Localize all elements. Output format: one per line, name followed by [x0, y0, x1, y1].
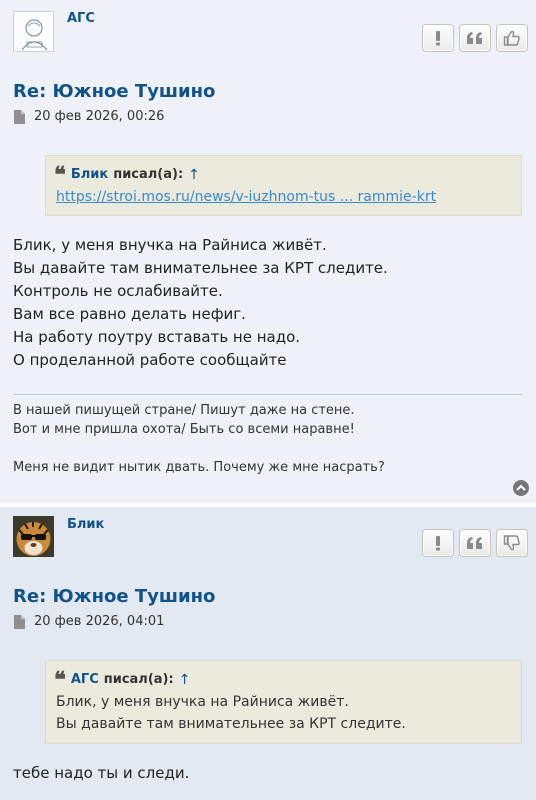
quote-author[interactable]: АГС — [71, 669, 99, 691]
post-2: Блик Re: Южное Тушино 20 фев 2026, 04:01… — [0, 507, 536, 800]
quote-button[interactable] — [459, 529, 491, 557]
report-button[interactable] — [422, 24, 454, 52]
avatar-tiger-icon — [13, 516, 54, 557]
post-title[interactable]: Re: Южное Тушино — [13, 81, 215, 102]
quote-source-arrow[interactable]: ↑ — [179, 669, 191, 691]
avatar[interactable] — [13, 516, 54, 557]
quote-line: Блик, у меня внучка на Райниса живёт. — [56, 694, 349, 710]
report-icon — [436, 31, 440, 46]
dislike-button[interactable] — [496, 529, 528, 557]
quote-link[interactable]: https://stroi.mos.ru/news/v-iuzhnom-tus … — [56, 186, 511, 208]
quote-header: ❝ АГС писал(а): ↑ — [54, 669, 511, 691]
content-line: Контроль не ослабивайте. — [13, 282, 223, 300]
quote-header: ❝ Блик писал(а): ↑ — [54, 164, 511, 186]
content-line: тебе надо ты и следи. — [13, 764, 190, 782]
back-to-top-button[interactable] — [513, 480, 529, 496]
thumbs-down-icon — [503, 535, 520, 551]
signature-divider — [13, 394, 522, 395]
quote-wrote-label: писал(а): — [113, 167, 184, 182]
signature-line: В нашей пишущей стране/ Пишут даже на ст… — [13, 403, 355, 418]
post-actions — [422, 529, 528, 557]
quote-icon — [467, 32, 482, 44]
post-icon[interactable] — [13, 109, 25, 124]
username[interactable]: АГС — [67, 11, 95, 26]
post-title[interactable]: Re: Южное Тушино — [13, 586, 215, 607]
quote-block: ❝ Блик писал(а): ↑ https://stroi.mos.ru/… — [45, 155, 522, 216]
post-1: АГС Re: Южное Тушино 20 фев 2026, 00:26 … — [0, 0, 536, 504]
quote-source-arrow[interactable]: ↑ — [188, 164, 200, 186]
post-meta: 20 фев 2026, 04:01 — [13, 614, 164, 629]
username[interactable]: Блик — [67, 517, 104, 532]
thumbs-up-icon — [503, 30, 520, 46]
content-line: Вам все равно делать нефиг. — [13, 305, 246, 323]
avatar-sketch-icon — [14, 12, 53, 51]
like-button[interactable] — [496, 24, 528, 52]
post-date: 20 фев 2026, 00:26 — [34, 109, 165, 124]
post-content: тебе надо ты и следи. — [13, 762, 189, 785]
content-line: Блик, у меня внучка на Райниса живёт. — [13, 236, 327, 254]
quote-wrote-label: писал(а): — [103, 672, 174, 687]
post-date: 20 фев 2026, 04:01 — [34, 614, 165, 629]
quote-line: Вы давайте там внимательнее за КРТ следи… — [56, 716, 406, 732]
post-icon[interactable] — [13, 614, 25, 629]
avatar[interactable] — [13, 11, 54, 52]
signature-line: Вот и мне пришла охота/ Быть со всеми на… — [13, 422, 355, 437]
report-icon — [436, 536, 440, 551]
quote-icon — [467, 537, 482, 549]
content-line: Вы давайте там внимательнее за КРТ следи… — [13, 259, 388, 277]
quote-block: ❝ АГС писал(а): ↑ Блик, у меня внучка на… — [45, 660, 522, 744]
post-actions — [422, 24, 528, 52]
quote-author[interactable]: Блик — [71, 164, 108, 186]
quote-mark-icon: ❝ — [54, 667, 66, 693]
post-content: Блик, у меня внучка на Райниса живёт. Вы… — [13, 234, 388, 372]
quote-mark-icon: ❝ — [54, 162, 66, 188]
report-button[interactable] — [422, 529, 454, 557]
content-line: О проделанной работе сообщайте — [13, 351, 287, 369]
signature: В нашей пишущей стране/ Пишут даже на ст… — [13, 401, 385, 477]
chevron-up-icon — [516, 484, 526, 491]
content-line: На работу поутру вставать не надо. — [13, 328, 301, 346]
post-meta: 20 фев 2026, 00:26 — [13, 109, 164, 124]
signature-line: Меня не видит нытик двать. Почему же мне… — [13, 460, 385, 475]
quote-button[interactable] — [459, 24, 491, 52]
